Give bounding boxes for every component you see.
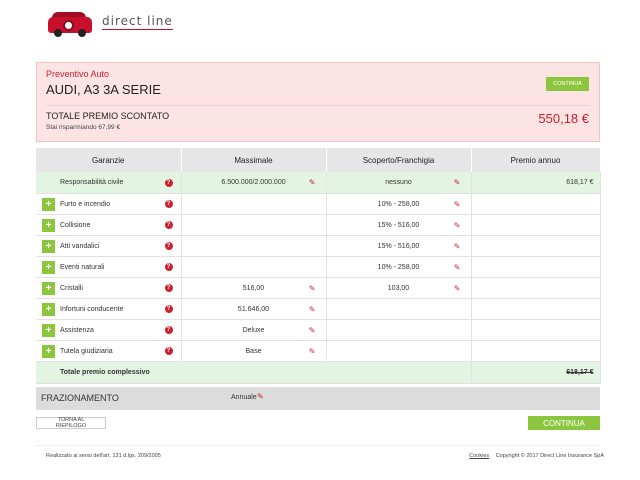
premio-value: 618,17 € bbox=[566, 179, 594, 186]
massimale-value: 51.646,00 bbox=[237, 305, 270, 313]
edit-pencil-icon[interactable]: ✎ bbox=[454, 263, 461, 272]
massimale-value: 516,00 bbox=[242, 284, 265, 292]
continue-button-top[interactable]: CONTINUA bbox=[546, 77, 589, 91]
table-row: + Atti vandalici? 15% - 516,00 ✎ bbox=[36, 235, 601, 257]
help-icon[interactable]: ? bbox=[164, 263, 173, 271]
help-icon[interactable]: ? bbox=[164, 326, 173, 334]
edit-pencil-icon[interactable]: ✎ bbox=[454, 200, 461, 209]
edit-pencil-icon[interactable]: ✎ bbox=[309, 326, 316, 335]
add-coverage-button[interactable]: + bbox=[42, 260, 55, 274]
quote-summary: Preventivo Auto AUDI, A3 3A SERIE CONTIN… bbox=[36, 62, 600, 142]
direct-line-logo[interactable]: direct line bbox=[46, 7, 173, 37]
add-coverage-button[interactable]: + bbox=[42, 323, 55, 337]
coverage-name: Assistenza bbox=[60, 326, 94, 334]
header-massimale: Massimale bbox=[181, 148, 327, 172]
help-icon[interactable]: ? bbox=[164, 284, 173, 292]
quote-label: Preventivo Auto bbox=[46, 69, 110, 79]
coverage-name: Collisione bbox=[60, 221, 91, 229]
table-row-total: Totale premio complessivo 618,17 € bbox=[36, 361, 601, 384]
table-row: + Infortuni conducente? 51.646,00 ✎ bbox=[36, 298, 601, 320]
edit-pencil-icon[interactable]: ✎ bbox=[257, 392, 264, 401]
scoperto-value: 10% - 258,00 bbox=[377, 200, 420, 208]
scoperto-value: 103,00 bbox=[387, 284, 410, 292]
logo-text: direct line bbox=[102, 14, 173, 30]
add-coverage-button[interactable]: + bbox=[42, 218, 55, 232]
premio-empty bbox=[471, 214, 601, 236]
table-row: + Cristalli? 516,00 ✎ 103,00 ✎ bbox=[36, 277, 601, 299]
premio-empty bbox=[471, 298, 601, 320]
add-coverage-button[interactable]: + bbox=[42, 197, 55, 211]
coverage-name: Responsabilità civile bbox=[60, 179, 124, 186]
coverage-name: Eventi naturali bbox=[60, 263, 105, 271]
massimale-value: Deluxe bbox=[242, 326, 265, 334]
coverage-name: Infortuni conducente bbox=[60, 305, 124, 313]
footer-right: Cookies Copyright © 2017 Direct Line Ins… bbox=[469, 453, 604, 459]
edit-pencil-icon[interactable]: ✎ bbox=[454, 284, 461, 293]
massimale-value: Base bbox=[245, 347, 262, 355]
premio-empty bbox=[471, 340, 601, 362]
cookies-link[interactable]: Cookies bbox=[469, 453, 489, 459]
premio-empty bbox=[471, 193, 601, 215]
help-icon[interactable]: ? bbox=[164, 200, 173, 208]
frazionamento-label: FRAZIONAMENTO bbox=[41, 393, 119, 403]
frazionamento-value[interactable]: Annuale bbox=[231, 394, 257, 401]
premio-empty bbox=[471, 319, 601, 341]
add-coverage-button[interactable]: + bbox=[42, 302, 55, 316]
table-row: + Collisione? 15% - 516,00 ✎ bbox=[36, 214, 601, 236]
edit-pencil-icon[interactable]: ✎ bbox=[309, 305, 316, 314]
table-row: + Eventi naturali? 10% - 258,00 ✎ bbox=[36, 256, 601, 278]
savings-text: Stai risparmiando 67,99 € bbox=[46, 124, 121, 131]
copyright: Copyright © 2017 Direct Line Insurance S… bbox=[495, 453, 604, 459]
frazionamento-bar: FRAZIONAMENTO Annuale ✎ bbox=[36, 387, 600, 410]
add-coverage-button[interactable]: + bbox=[42, 281, 55, 295]
help-icon[interactable]: ? bbox=[164, 242, 173, 250]
edit-pencil-icon[interactable]: ✎ bbox=[309, 347, 316, 356]
premio-empty bbox=[471, 256, 601, 278]
table-row: + Tutela giudiziaria? Base ✎ bbox=[36, 340, 601, 362]
header-garanzie: Garanzie bbox=[36, 148, 182, 172]
table-row: + Furto e incendio? 10% - 258,00 ✎ bbox=[36, 193, 601, 215]
total-price: 550,18 € bbox=[538, 111, 589, 126]
scoperto-value: 15% - 516,00 bbox=[377, 242, 420, 250]
continue-button[interactable]: CONTINUA bbox=[528, 416, 600, 430]
coverage-table: Garanzie Massimale Scoperto/Franchigia P… bbox=[36, 148, 601, 384]
help-icon[interactable]: ? bbox=[164, 347, 173, 355]
premio-empty bbox=[471, 235, 601, 257]
back-to-summary-button[interactable]: TORNA AL RIEPILOGO bbox=[36, 417, 106, 429]
coverage-name: Tutela giudiziaria bbox=[60, 347, 113, 355]
edit-pencil-icon[interactable]: ✎ bbox=[454, 178, 461, 187]
header-scoperto: Scoperto/Franchigia bbox=[326, 148, 472, 172]
add-coverage-button[interactable]: + bbox=[42, 239, 55, 253]
divider bbox=[46, 105, 590, 106]
help-icon[interactable]: ? bbox=[164, 305, 173, 313]
coverage-name: Cristalli bbox=[60, 284, 83, 292]
coverage-name: Atti vandalici bbox=[60, 242, 100, 250]
edit-pencil-icon[interactable]: ✎ bbox=[454, 221, 461, 230]
car-model: AUDI, A3 3A SERIE bbox=[46, 82, 161, 97]
table-header: Garanzie Massimale Scoperto/Franchigia P… bbox=[36, 148, 601, 172]
premio-empty bbox=[471, 277, 601, 299]
coverage-name: Furto e incendio bbox=[60, 200, 111, 208]
edit-pencil-icon[interactable]: ✎ bbox=[309, 284, 316, 293]
footer-legal: Realizzato ai sensi dell'art. 131 d.lgs.… bbox=[46, 453, 161, 459]
footer-divider bbox=[36, 445, 600, 446]
edit-pencil-icon[interactable]: ✎ bbox=[309, 178, 316, 187]
table-row-base: Responsabilità civile? 6.500.000/2.000.0… bbox=[36, 172, 601, 194]
total-label: Totale premio complessivo bbox=[60, 369, 150, 376]
scoperto-value: nessuno bbox=[385, 179, 412, 186]
table-row: + Assistenza? Deluxe ✎ bbox=[36, 319, 601, 341]
total-label: TOTALE PREMIO SCONTATO bbox=[46, 111, 170, 121]
massimale-value: 6.500.000/2.000.000 bbox=[221, 179, 286, 186]
total-value: 618,17 € bbox=[566, 369, 594, 376]
help-icon[interactable]: ? bbox=[164, 178, 173, 187]
help-icon[interactable]: ? bbox=[164, 221, 173, 229]
scoperto-value: 15% - 516,00 bbox=[377, 221, 420, 229]
edit-pencil-icon[interactable]: ✎ bbox=[454, 242, 461, 251]
header-premio: Premio annuo bbox=[471, 148, 601, 172]
red-phone-icon bbox=[46, 9, 94, 37]
scoperto-value: 10% - 258,00 bbox=[377, 263, 420, 271]
add-coverage-button[interactable]: + bbox=[42, 344, 55, 358]
